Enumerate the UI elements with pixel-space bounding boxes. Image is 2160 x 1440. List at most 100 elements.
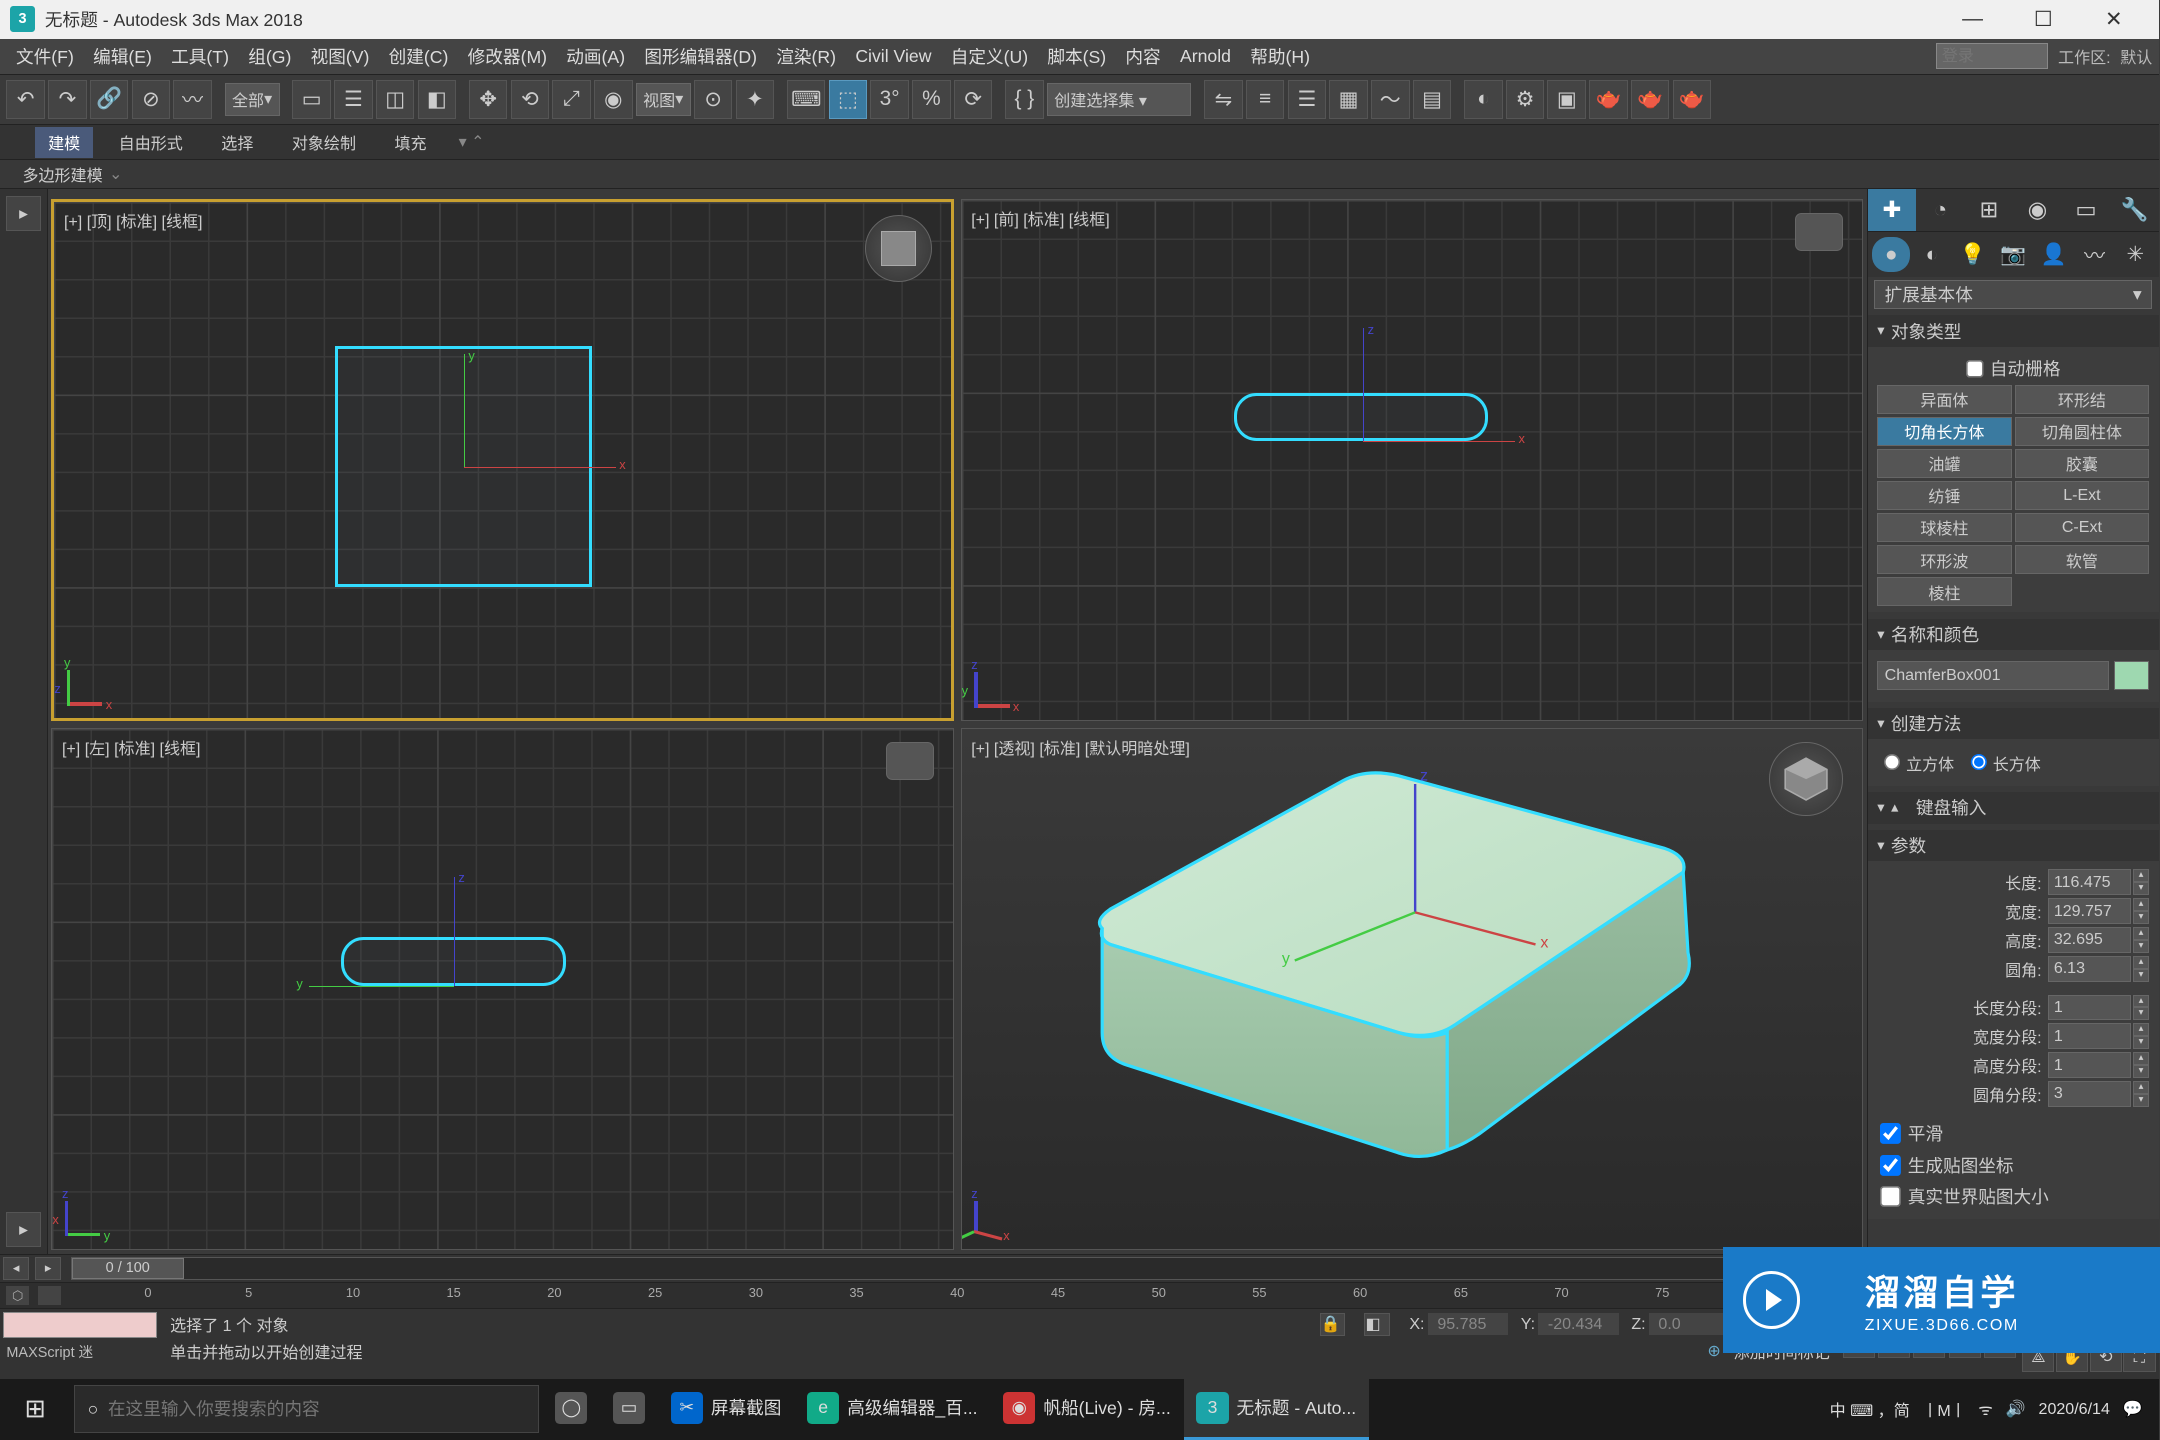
fillet-field[interactable]	[2048, 956, 2131, 982]
ime-indicator[interactable]: 中 ⌨ ，简	[1830, 1397, 1910, 1421]
menu-group[interactable]: 组(G)	[239, 40, 301, 71]
object-color-swatch[interactable]	[2114, 661, 2149, 690]
named-selset-button[interactable]: { }	[1005, 80, 1044, 119]
snap-toggle-button[interactable]: ⬚	[829, 80, 868, 119]
unlink-button[interactable]: ⊘	[132, 80, 171, 119]
tab-hierarchy[interactable]: ⊞	[1965, 189, 2014, 231]
task-screenshot[interactable]: ✂屏幕截图	[658, 1379, 794, 1440]
minimize-button[interactable]: —	[1937, 0, 2008, 39]
btn-chamfercyl[interactable]: 切角圆柱体	[2015, 417, 2149, 446]
menu-create[interactable]: 创建(C)	[379, 40, 458, 71]
btn-hose[interactable]: 软管	[2015, 545, 2149, 574]
viewport-top[interactable]: [+] [顶] [标准] [线框] y x xy z	[51, 199, 954, 721]
pivot-button[interactable]: ⊙	[694, 80, 733, 119]
length-field[interactable]	[2048, 869, 2131, 895]
menu-edit[interactable]: 编辑(E)	[83, 40, 161, 71]
cat-lights[interactable]: 💡	[1954, 237, 1991, 272]
manipulate-button[interactable]: ✦	[736, 80, 775, 119]
spinner-snap-button[interactable]: ⟳	[954, 80, 993, 119]
signin-field[interactable]	[1936, 43, 2048, 69]
select-region-button[interactable]: ◫	[376, 80, 415, 119]
viewport-left[interactable]: [+] [左] [标准] [线框] z y yz x	[51, 728, 954, 1250]
viewcube-persp[interactable]	[1769, 742, 1843, 816]
height-field[interactable]	[2048, 927, 2131, 953]
menu-arnold[interactable]: Arnold	[1170, 42, 1240, 69]
btn-torusknot[interactable]: 环形结	[2015, 385, 2149, 414]
lock-selection-icon[interactable]: 🔒	[1320, 1313, 1346, 1335]
time-next[interactable]: ▸	[35, 1257, 61, 1279]
placement-button[interactable]: ◉	[594, 80, 633, 119]
ribbon-tab-freeform[interactable]: 自由形式	[106, 127, 196, 157]
start-button[interactable]: ⊞	[0, 1379, 71, 1440]
workspace-value[interactable]: 默认	[2120, 44, 2152, 68]
tab-create[interactable]: ✚	[1868, 189, 1917, 231]
wsegs-field[interactable]	[2048, 1023, 2131, 1049]
viewport-top-label[interactable]: [+] [顶] [标准] [线框]	[64, 208, 203, 232]
btn-gengon[interactable]: 球棱柱	[1877, 513, 2011, 542]
btn-ringwave[interactable]: 环形波	[1877, 545, 2011, 574]
viewport-front-label[interactable]: [+] [前] [标准] [线框]	[971, 206, 1110, 230]
toggle-ribbon-button[interactable]: ▦	[1329, 80, 1368, 119]
btn-chamferbox[interactable]: 切角长方体	[1877, 417, 2011, 446]
taskbar-search[interactable]: ○	[74, 1385, 539, 1433]
align-button[interactable]: ≡	[1246, 80, 1285, 119]
tab-motion[interactable]: ◉	[2013, 189, 2062, 231]
window-crossing-button[interactable]: ◧	[418, 80, 457, 119]
btn-cext[interactable]: C-Ext	[2015, 513, 2149, 542]
object-name-field[interactable]	[1877, 661, 2109, 690]
chamferbox-front-outline[interactable]	[1234, 393, 1488, 441]
viewcube-front[interactable]	[1795, 213, 1843, 252]
radio-cube[interactable]: 立方体	[1884, 751, 1955, 775]
width-field[interactable]	[2048, 898, 2131, 924]
cat-cameras[interactable]: 📷	[1994, 237, 2031, 272]
tab-modify[interactable]: ◔	[1916, 189, 1965, 231]
menu-file[interactable]: 文件(F)	[6, 40, 83, 71]
btn-prism[interactable]: 棱柱	[1877, 577, 2011, 606]
maximize-button[interactable]: ☐	[2008, 0, 2079, 39]
btn-capsule[interactable]: 胶囊	[2015, 449, 2149, 478]
render-frame-button[interactable]: ▣	[1547, 80, 1586, 119]
rollout-object-type[interactable]: 对象类型	[1868, 315, 2159, 346]
task-music[interactable]: ◉帆船(Live) - 房...	[990, 1379, 1183, 1440]
rollout-keyboard[interactable]: ▸ 键盘输入	[1868, 792, 2159, 823]
menu-tools[interactable]: 工具(T)	[162, 40, 239, 71]
time-prev[interactable]: ◂	[3, 1257, 29, 1279]
angle-snap-button[interactable]: 3°	[870, 80, 909, 119]
ribbon-tab-populate[interactable]: 填充	[382, 127, 440, 157]
menu-animation[interactable]: 动画(A)	[557, 40, 635, 71]
menu-render[interactable]: 渲染(R)	[767, 40, 846, 71]
isolate-icon[interactable]: ◧	[1364, 1313, 1390, 1335]
render-last-button[interactable]: 🫖	[1631, 80, 1670, 119]
smooth-checkbox[interactable]	[1880, 1123, 1901, 1144]
trackbar-toggle[interactable]: ⬡	[6, 1286, 28, 1305]
ribbon-sub-label[interactable]: 多边形建模	[22, 162, 102, 186]
time-thumb[interactable]: 0 / 100	[72, 1258, 184, 1278]
menu-help[interactable]: 帮助(H)	[1241, 40, 1320, 71]
scene-explorer-expand[interactable]: ▸	[6, 1212, 41, 1247]
geometry-type-dropdown[interactable]: 扩展基本体▾	[1874, 280, 2152, 309]
chamferbox-object[interactable]: z y x	[1022, 728, 1712, 1206]
maxscript-listener[interactable]	[3, 1312, 157, 1338]
render-setup-button[interactable]: ⚙	[1506, 80, 1545, 119]
hsegs-field[interactable]	[2048, 1052, 2131, 1078]
btn-spindle[interactable]: 纺锤	[1877, 481, 2011, 510]
btn-lext[interactable]: L-Ext	[2015, 481, 2149, 510]
btn-hedra[interactable]: 异面体	[1877, 385, 2011, 414]
viewcube-top[interactable]	[865, 215, 932, 282]
y-value[interactable]: -20.434	[1538, 1313, 1618, 1335]
material-editor-button[interactable]: ◐	[1464, 80, 1503, 119]
cat-spacewarps[interactable]: 〰	[2076, 237, 2113, 272]
scene-explorer-toggle[interactable]: ▸	[6, 196, 41, 231]
genmap-checkbox[interactable]	[1880, 1155, 1901, 1176]
curve-editor-button[interactable]: 〜	[1371, 80, 1410, 119]
bind-button[interactable]: 〰	[173, 80, 212, 119]
cat-systems[interactable]: ✳	[2116, 237, 2153, 272]
menu-modifiers[interactable]: 修改器(M)	[458, 40, 557, 71]
menu-graph[interactable]: 图形编辑器(D)	[635, 40, 767, 71]
rollout-create-method[interactable]: 创建方法	[1868, 708, 2159, 739]
taskbar-search-input[interactable]	[108, 1399, 526, 1420]
x-value[interactable]: 95.785	[1428, 1313, 1508, 1335]
cat-shapes[interactable]: ◐	[1913, 237, 1950, 272]
z-value[interactable]: 0.0	[1649, 1313, 1729, 1335]
btn-oiltank[interactable]: 油罐	[1877, 449, 2011, 478]
